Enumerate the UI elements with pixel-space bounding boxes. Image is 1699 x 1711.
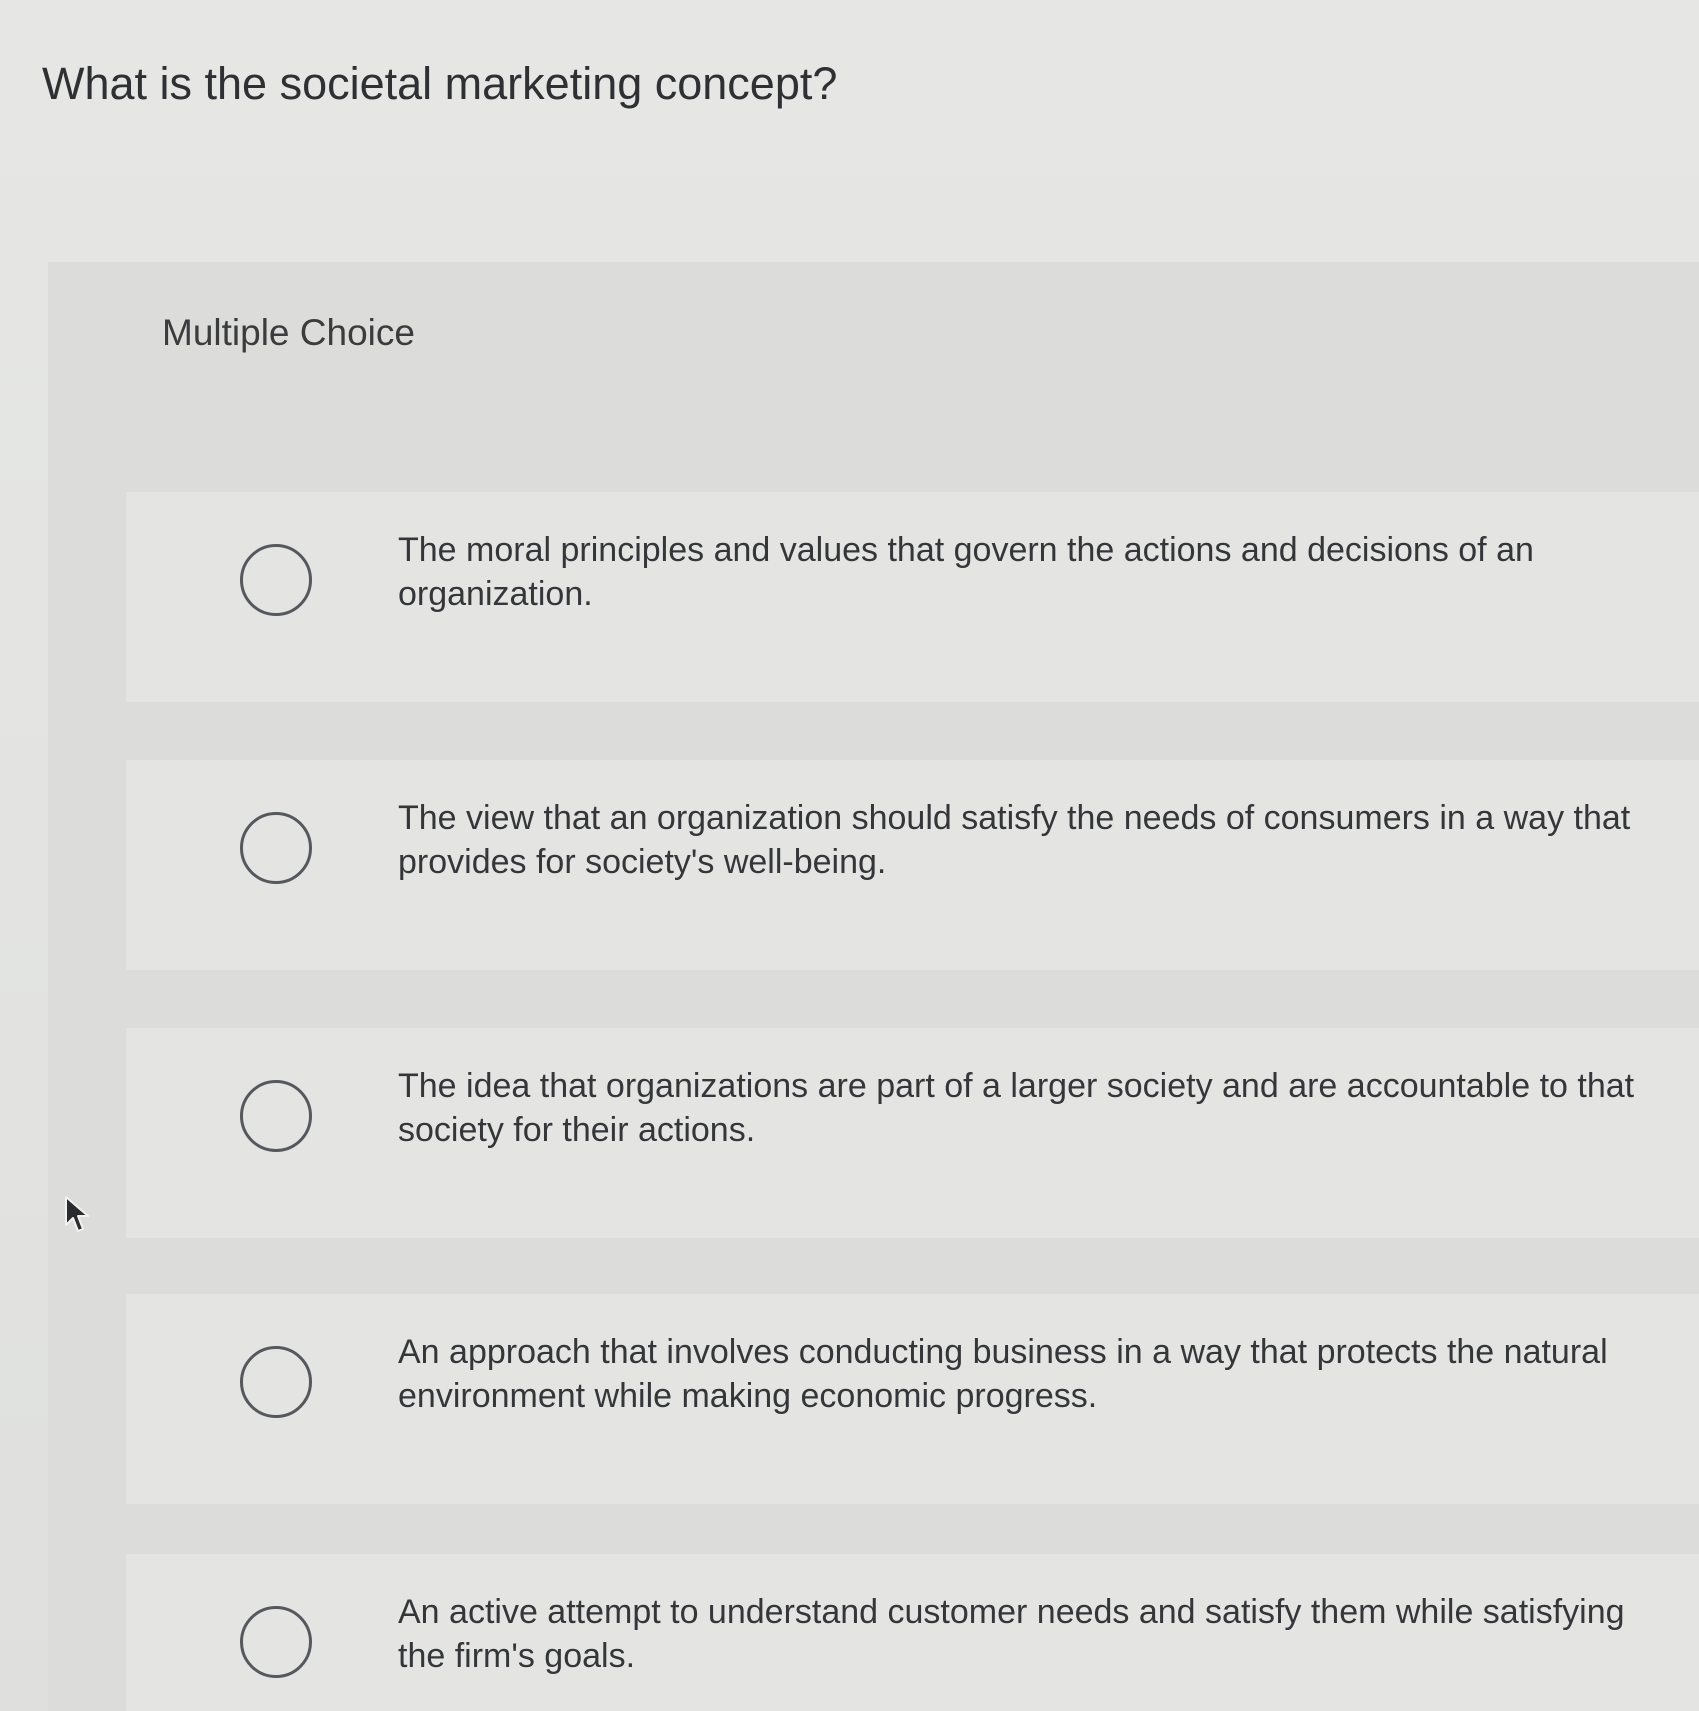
- quiz-page: What is the societal marketing concept? …: [0, 0, 1699, 1711]
- mouse-pointer-icon: [65, 1196, 89, 1232]
- answer-option-2[interactable]: The view that an organization should sat…: [126, 760, 1699, 970]
- answer-option-3[interactable]: The idea that organizations are part of …: [126, 1028, 1699, 1238]
- radio-unselected-icon[interactable]: [240, 1080, 312, 1152]
- question-type-label: Multiple Choice: [162, 312, 415, 353]
- answer-option-text: An approach that involves conducting bus…: [398, 1333, 1608, 1415]
- answer-option-text: The idea that organizations are part of …: [398, 1067, 1635, 1149]
- answer-option-text: The moral principles and values that gov…: [398, 531, 1534, 613]
- radio-unselected-icon[interactable]: [240, 1346, 312, 1418]
- answer-option-4[interactable]: An approach that involves conducting bus…: [126, 1294, 1699, 1504]
- answer-panel: Multiple Choice The moral principles and…: [48, 262, 1699, 1711]
- answer-option-5[interactable]: An active attempt to understand customer…: [126, 1554, 1699, 1711]
- answer-option-text: An active attempt to understand customer…: [398, 1593, 1625, 1675]
- radio-unselected-icon[interactable]: [240, 544, 312, 616]
- answer-option-text: The view that an organization should sat…: [398, 799, 1631, 881]
- answer-option-1[interactable]: The moral principles and values that gov…: [126, 492, 1699, 702]
- radio-unselected-icon[interactable]: [240, 812, 312, 884]
- radio-unselected-icon[interactable]: [240, 1606, 312, 1678]
- question-text: What is the societal marketing concept?: [42, 58, 838, 109]
